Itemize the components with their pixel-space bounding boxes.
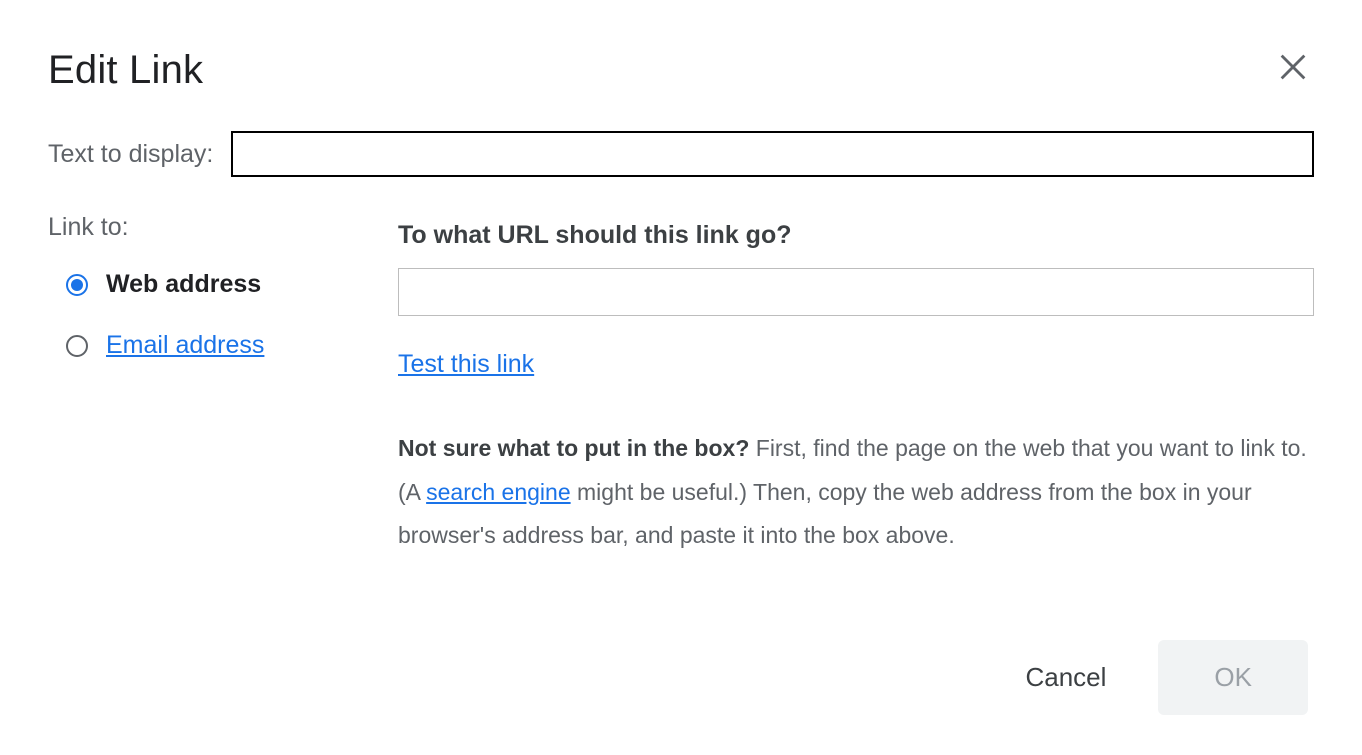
dialog-footer: Cancel OK — [48, 640, 1314, 715]
link-to-label: Link to: — [48, 213, 338, 242]
text-to-display-input[interactable] — [231, 131, 1314, 177]
dialog-title: Edit Link — [48, 48, 203, 93]
link-to-column: Link to: Web address Email address — [48, 213, 338, 558]
url-column: To what URL should this link go? Test th… — [398, 213, 1314, 558]
url-question-label: To what URL should this link go? — [398, 221, 1314, 250]
help-text: Not sure what to put in the box? First, … — [398, 427, 1314, 558]
test-link[interactable]: Test this link — [398, 350, 534, 379]
edit-link-dialog: Edit Link Text to display: Link to: Web … — [0, 0, 1362, 755]
radio-email-address[interactable]: Email address — [66, 331, 338, 360]
url-input[interactable] — [398, 268, 1314, 316]
close-icon — [1276, 50, 1310, 84]
radio-web-address-label: Web address — [106, 270, 261, 299]
search-engine-link[interactable]: search engine — [426, 479, 571, 505]
cancel-button[interactable]: Cancel — [1021, 654, 1110, 701]
radio-icon-checked — [66, 274, 88, 296]
dialog-header: Edit Link — [48, 48, 1314, 93]
content-row: Link to: Web address Email address To wh… — [48, 213, 1314, 558]
text-to-display-label: Text to display: — [48, 140, 213, 169]
radio-icon-unchecked — [66, 335, 88, 357]
radio-email-address-label: Email address — [106, 331, 264, 360]
ok-button[interactable]: OK — [1158, 640, 1308, 715]
close-button[interactable] — [1268, 42, 1318, 92]
text-to-display-row: Text to display: — [48, 131, 1314, 177]
radio-web-address[interactable]: Web address — [66, 270, 338, 299]
help-bold: Not sure what to put in the box? — [398, 435, 749, 461]
